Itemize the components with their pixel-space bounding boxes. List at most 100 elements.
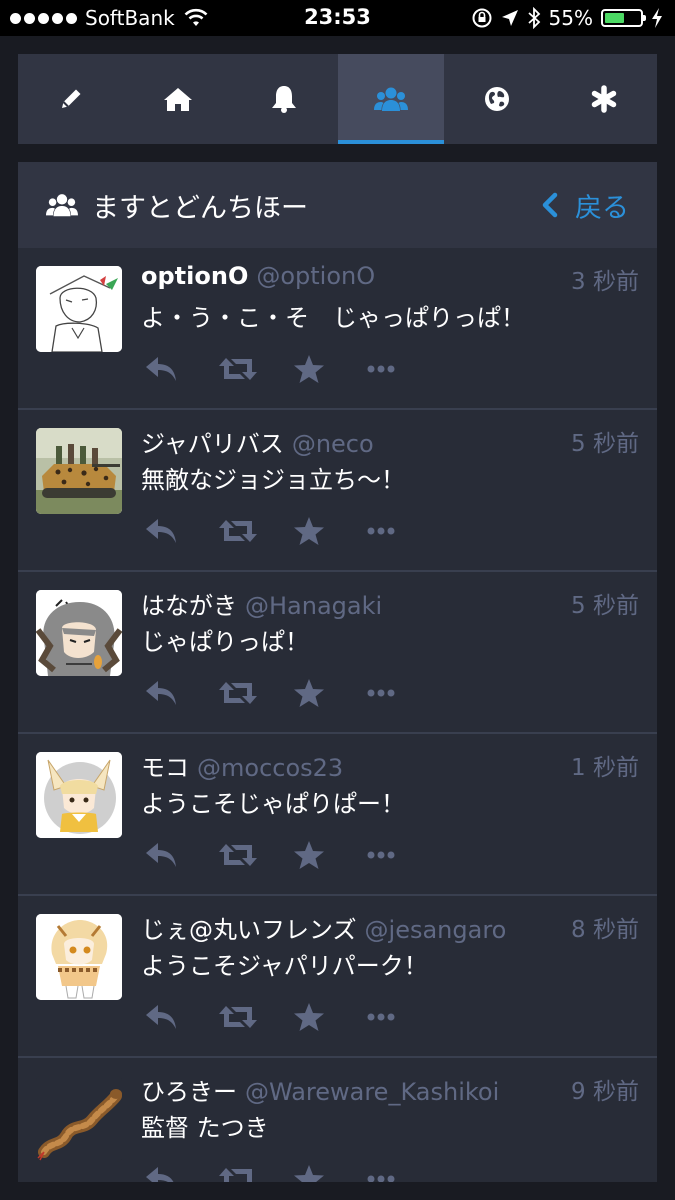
avatar[interactable]	[36, 1076, 122, 1162]
star-icon	[294, 679, 324, 707]
status-content: じゃぱりっぱ！	[141, 628, 309, 656]
tab-local-timeline[interactable]	[337, 54, 444, 144]
battery-percent: 55%	[548, 6, 593, 30]
account-handle: @jesangaro	[364, 916, 507, 944]
account-handle: @Wareware_Kashikoi	[245, 1078, 500, 1106]
status-author[interactable]: はながき @Hanagaki	[141, 586, 382, 621]
account-handle: @optionO	[256, 262, 376, 290]
reply-button[interactable]	[145, 352, 219, 386]
avatar[interactable]	[36, 914, 122, 1000]
avatar-line-drawing	[36, 266, 122, 352]
more-button[interactable]	[367, 514, 441, 548]
favourite-button[interactable]	[293, 1162, 367, 1182]
display-name: はながき	[141, 592, 237, 620]
more-button[interactable]	[367, 676, 441, 710]
status-time[interactable]: 8 秒前	[571, 910, 639, 944]
retweet-icon	[219, 1168, 257, 1182]
avatar-bird-girl	[36, 590, 122, 676]
status-author[interactable]: ジャパリバス @neco	[141, 424, 374, 459]
retweet-icon	[219, 520, 257, 542]
avatar[interactable]	[36, 428, 122, 514]
boost-button[interactable]	[219, 1162, 293, 1182]
favourite-button[interactable]	[293, 514, 367, 548]
more-button[interactable]	[367, 1162, 441, 1182]
status-item[interactable]: じぇ@丸いフレンズ @jesangaro 8 秒前 ようこそジャパリパーク！	[18, 896, 657, 1058]
reply-button[interactable]	[145, 676, 219, 710]
home-icon	[163, 88, 192, 111]
status-time[interactable]: 9 秒前	[571, 1072, 639, 1106]
reply-button[interactable]	[145, 1000, 219, 1034]
status-author[interactable]: ひろきー @Wareware_Kashikoi	[141, 1072, 499, 1107]
users-icon	[373, 87, 408, 111]
reply-button[interactable]	[145, 514, 219, 548]
tab-home[interactable]	[125, 54, 232, 144]
reply-icon	[146, 1167, 174, 1182]
retweet-icon	[219, 682, 257, 704]
avatar[interactable]	[36, 266, 122, 352]
star-icon	[294, 1165, 324, 1182]
status-time[interactable]: 5 秒前	[571, 586, 639, 620]
chevron-left-icon	[542, 192, 558, 218]
boost-button[interactable]	[219, 838, 293, 872]
reply-icon	[146, 357, 176, 381]
status-time[interactable]: 1 秒前	[571, 748, 639, 782]
avatar[interactable]	[36, 752, 122, 838]
back-button[interactable]: 戻る	[541, 162, 629, 248]
account-handle: @neco	[291, 430, 374, 458]
avatar-fennec-girl	[36, 752, 122, 838]
display-name: モコ	[141, 754, 189, 782]
favourite-button[interactable]	[293, 1000, 367, 1034]
more-button[interactable]	[367, 1000, 441, 1034]
tab-notifications[interactable]	[231, 54, 338, 144]
favourite-button[interactable]	[293, 352, 367, 386]
status-author[interactable]: optionO @optionO	[141, 262, 375, 290]
rotation-lock-icon	[472, 8, 492, 28]
pencil-icon	[62, 89, 81, 108]
column-header: ますとどんちほー 戻る	[18, 162, 657, 248]
more-button[interactable]	[367, 352, 441, 386]
avatar-owl-girl	[36, 914, 122, 1000]
status-actions	[145, 838, 441, 872]
tab-settings[interactable]	[551, 54, 658, 144]
tab-compose[interactable]	[18, 54, 125, 144]
ios-status-bar: SoftBank 23:53 55%	[0, 0, 675, 36]
bluetooth-icon	[527, 7, 540, 29]
status-item[interactable]: はながき @Hanagaki 5 秒前 じゃぱりっぱ！	[18, 572, 657, 734]
favourite-button[interactable]	[293, 676, 367, 710]
status-item[interactable]: optionO @optionO 3 秒前 よ・う・こ・そ じゃっぱりっぱ！	[18, 248, 657, 410]
retweet-icon	[219, 358, 257, 380]
status-item[interactable]: ひろきー @Wareware_Kashikoi 9 秒前 監督 たつき	[18, 1058, 657, 1182]
status-time[interactable]: 3 秒前	[571, 262, 639, 296]
status-content: 監督 たつき	[141, 1114, 269, 1142]
status-item[interactable]: モコ @moccos23 1 秒前 ようこそじゃぱりぱー！	[18, 734, 657, 896]
status-author[interactable]: モコ @moccos23	[141, 748, 343, 783]
reply-button[interactable]	[145, 1162, 219, 1182]
account-handle: @moccos23	[197, 754, 344, 782]
asterisk-icon	[591, 85, 616, 113]
boost-button[interactable]	[219, 514, 293, 548]
ellipsis-icon	[367, 689, 395, 697]
reply-icon	[146, 519, 176, 543]
boost-button[interactable]	[219, 1000, 293, 1034]
status-actions	[145, 1162, 441, 1182]
users-icon	[46, 194, 78, 217]
more-button[interactable]	[367, 838, 441, 872]
charging-icon	[652, 8, 662, 28]
status-item[interactable]: ジャパリバス @neco 5 秒前 無敵なジョジョ立ち〜！	[18, 410, 657, 572]
location-arrow-icon	[501, 10, 518, 26]
timeline-column: ますとどんちほー 戻る optionO @optionO 3 秒前 よ・う・こ・…	[18, 162, 657, 1182]
boost-button[interactable]	[219, 352, 293, 386]
boost-button[interactable]	[219, 676, 293, 710]
battery-icon	[601, 9, 646, 27]
avatar-tank-photo	[36, 428, 122, 514]
display-name: じぇ@丸いフレンズ	[141, 916, 357, 944]
favourite-button[interactable]	[293, 838, 367, 872]
reply-button[interactable]	[145, 838, 219, 872]
status-content: 無敵なジョジョ立ち〜！	[141, 466, 405, 494]
tab-federated-timeline[interactable]	[444, 54, 551, 144]
status-actions	[145, 352, 441, 386]
avatar[interactable]	[36, 590, 122, 676]
status-time[interactable]: 5 秒前	[571, 424, 639, 458]
star-icon	[294, 355, 324, 383]
status-author[interactable]: じぇ@丸いフレンズ @jesangaro	[141, 910, 506, 945]
